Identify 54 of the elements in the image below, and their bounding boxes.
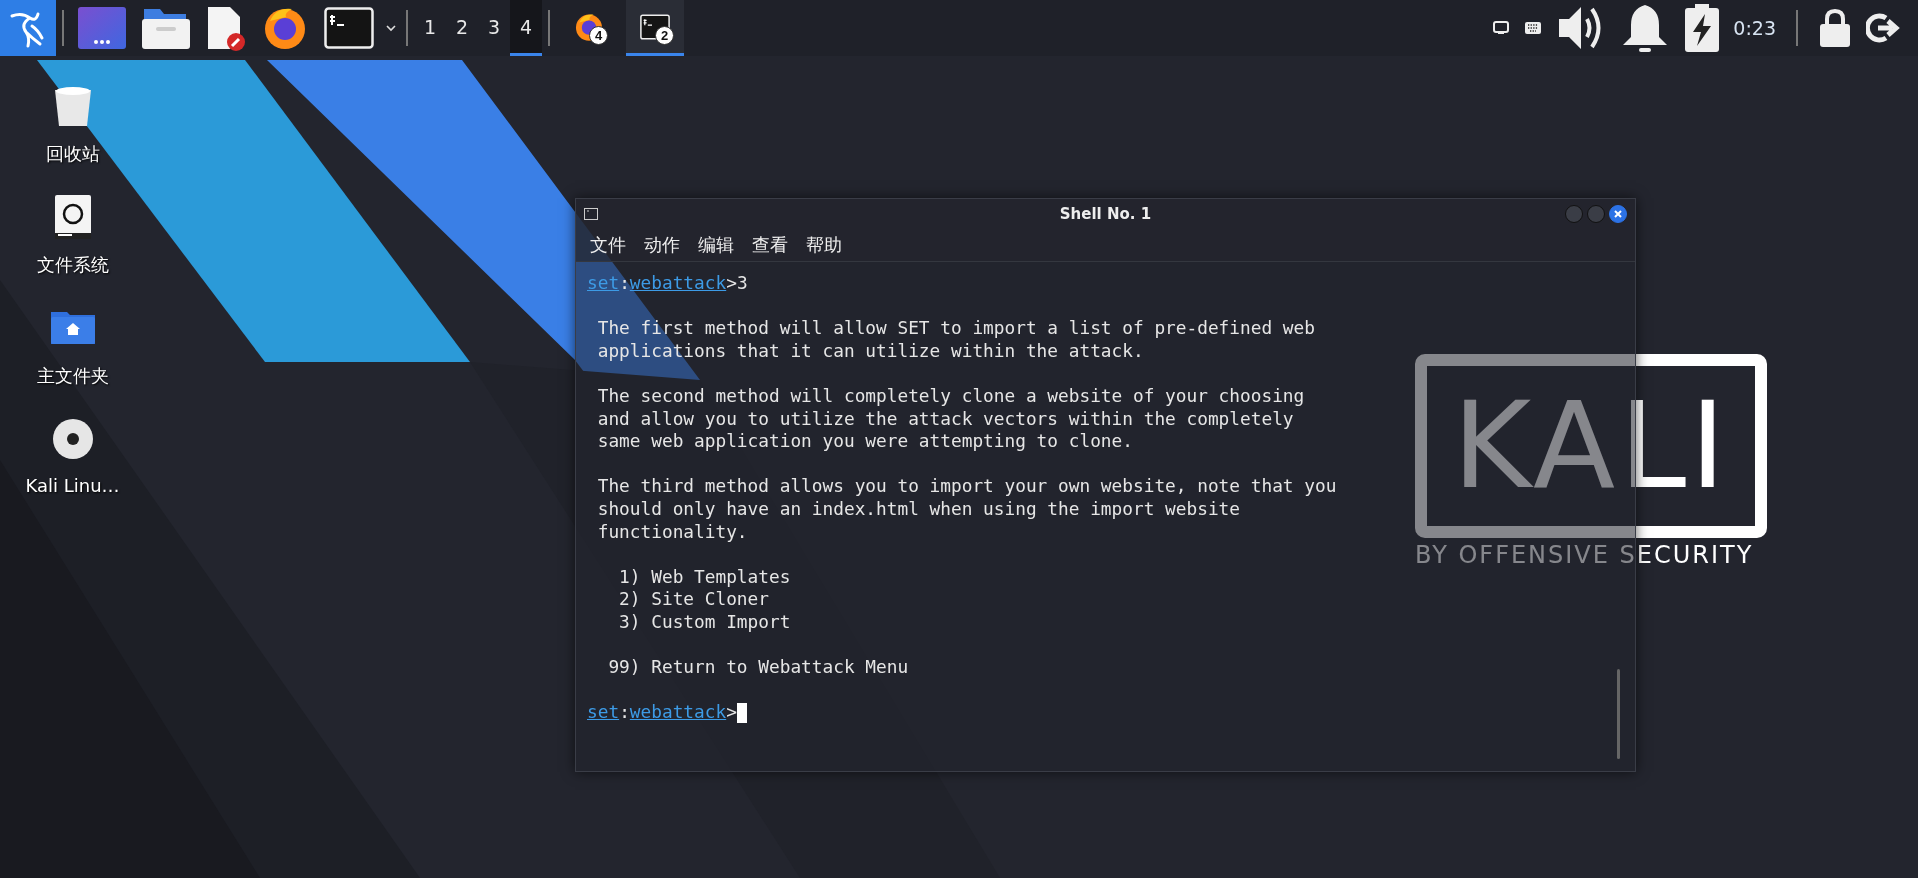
bell-icon[interactable] <box>1621 3 1670 53</box>
terminal-output-line: should only have an index.html when using the import website <box>596 497 1241 521</box>
terminal-output-line: same web application you were attempting to clone. <box>596 430 1133 453</box>
terminal-output-line: 3) Custom Import <box>618 610 791 634</box>
menu-item[interactable]: 文件 <box>584 231 632 259</box>
prompt-text: > <box>726 701 737 724</box>
workspace-button[interactable]: 1 <box>414 0 446 56</box>
folder-icon <box>142 7 190 49</box>
prompt-text: >3 <box>726 272 748 295</box>
terminal-output-line: 2) Site Cloner <box>618 588 769 611</box>
count-badge: 2 <box>655 26 674 45</box>
clock[interactable]: 0:23 <box>1733 17 1776 39</box>
logo-text: KALI <box>1452 386 1730 506</box>
network-icon[interactable] <box>1493 21 1510 35</box>
prompt-text: : <box>619 701 630 724</box>
keyboard-icon[interactable] <box>1525 22 1542 34</box>
disc-icon <box>51 418 94 460</box>
window-title: Shell No. 1 <box>1059 205 1152 223</box>
prompt-text: : <box>619 272 630 295</box>
terminal-output-line: and allow you to utilize the attack vectors within the completely <box>596 407 1294 431</box>
trash-can-icon <box>52 84 93 128</box>
workspace-button[interactable]: 4 <box>510 0 542 56</box>
lock-icon[interactable] <box>1820 9 1850 47</box>
drive-icon <box>54 195 91 239</box>
desktop-icon-label[interactable]: 文件系统 <box>36 253 109 277</box>
workspace-button[interactable]: 2 <box>446 0 478 56</box>
terminal-output-line: The first method will allow SET to import a list of pre-defined web <box>596 317 1315 340</box>
logo-tagline: BY OFFENSIVE SECURITY <box>1415 540 1754 570</box>
desktop-icon-label[interactable]: 主文件夹 <box>36 364 109 388</box>
scrollbar-thumb[interactable] <box>1617 669 1620 759</box>
terminal-output-line: The second method will completely clone a website of your choosing <box>596 384 1305 408</box>
desktop-icon-label[interactable]: Kali Linu… <box>25 475 120 496</box>
menu-item[interactable]: 编辑 <box>692 231 740 259</box>
close-button[interactable] <box>1609 205 1627 223</box>
count-badge: 4 <box>589 26 608 45</box>
terminal-output-line: functionality. <box>596 520 748 544</box>
terminal-output-line: The third method allows you to import your own website, note that you <box>596 475 1337 498</box>
menu-item[interactable]: 帮助 <box>800 231 848 259</box>
terminal-icon <box>584 208 598 220</box>
terminal-icon <box>324 7 374 49</box>
close-icon <box>1614 210 1622 218</box>
terminal-output-line: 99) Return to Webattack Menu <box>607 656 909 679</box>
logout-icon[interactable] <box>1866 12 1900 44</box>
window-button[interactable]: 4 <box>560 0 618 56</box>
menu-item[interactable]: 动作 <box>638 231 686 259</box>
terminal-output-line: 1) Web Templates <box>618 565 791 589</box>
terminal-output-line: applications that it can utilize within the attack. <box>596 339 1144 363</box>
battery-icon[interactable] <box>1685 4 1720 52</box>
menu-item[interactable]: 查看 <box>746 231 794 259</box>
window-button[interactable]: 2 <box>626 0 684 56</box>
desktop-icon-label[interactable]: 回收站 <box>45 142 100 166</box>
document-pencil-icon <box>206 5 246 51</box>
window-icon <box>78 7 126 49</box>
workspace-button[interactable]: 3 <box>478 0 510 56</box>
